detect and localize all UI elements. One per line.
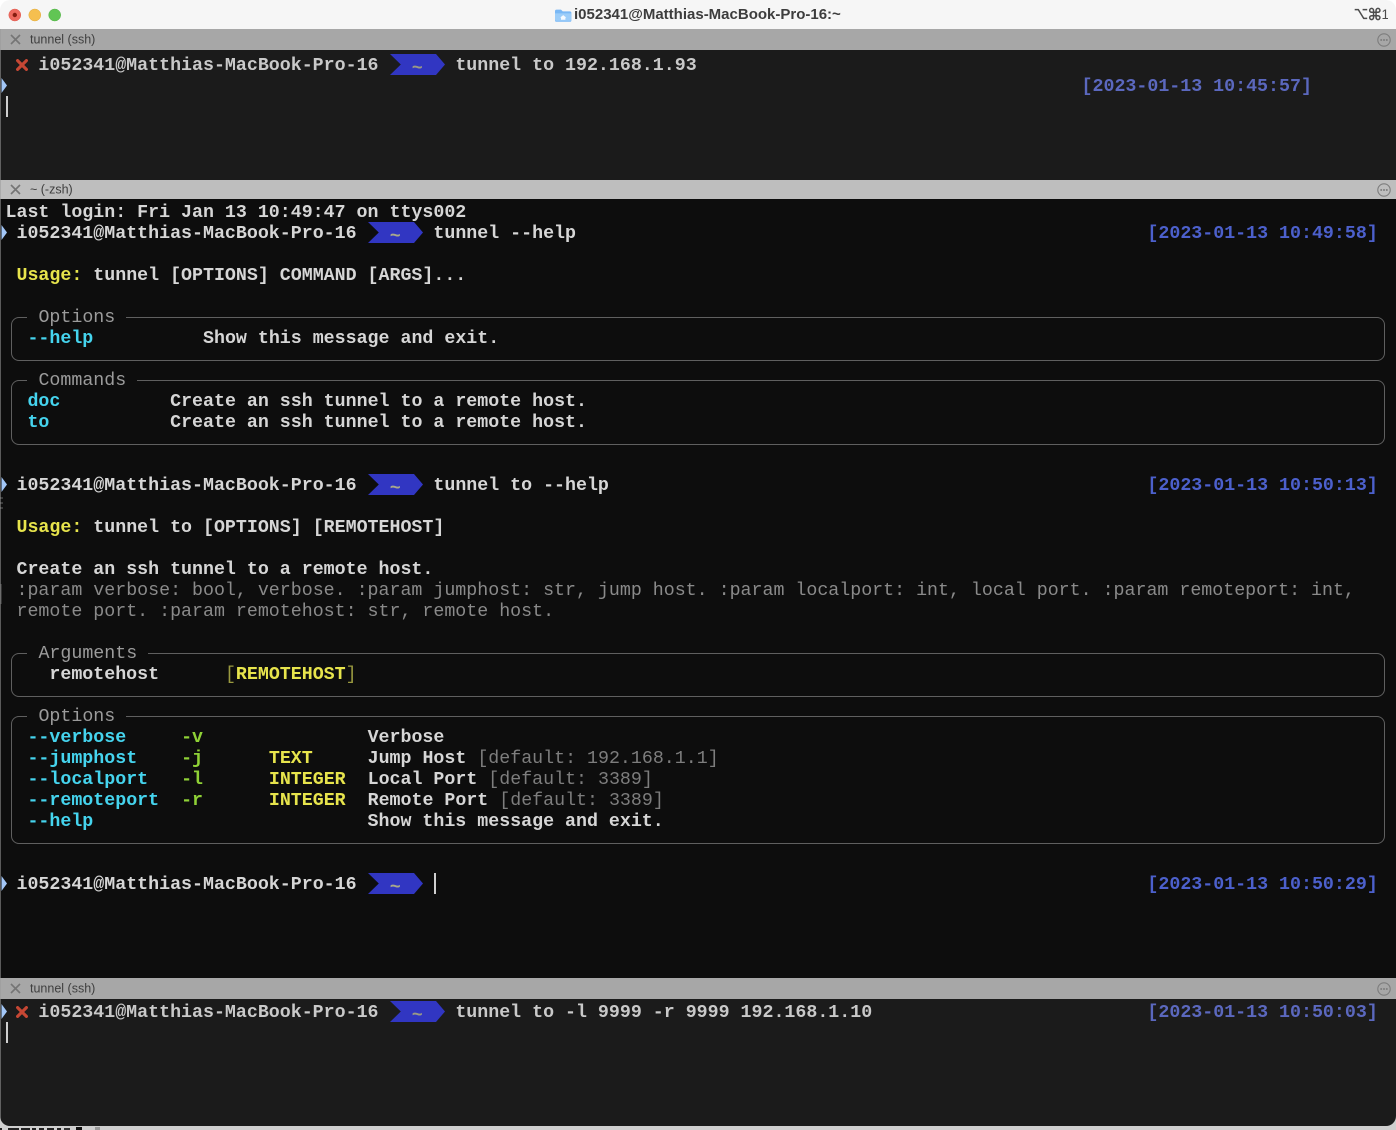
svg-text:1: 1 [1382, 7, 1389, 21]
